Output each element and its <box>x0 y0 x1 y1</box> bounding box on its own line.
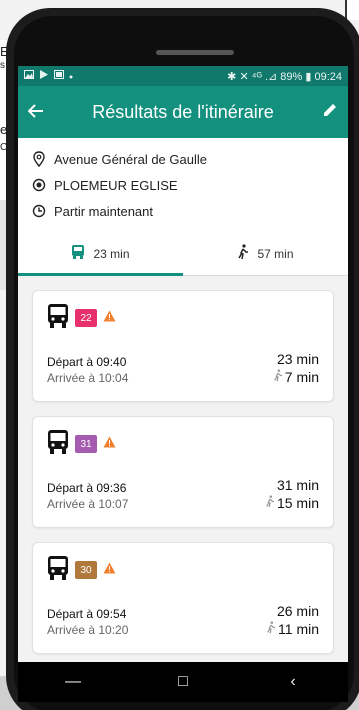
route-to-label: PLOEMEUR EGLISE <box>54 177 178 193</box>
walk-duration-value: 7 min <box>284 369 319 385</box>
departure-time: Départ à 09:36 <box>47 481 127 495</box>
clock-icon <box>32 204 54 218</box>
bus-icon <box>71 244 85 263</box>
location-pin-icon <box>32 151 54 167</box>
warning-icon <box>103 309 116 327</box>
mode-tabs: 23 min 57 min <box>18 232 348 276</box>
trip-duration: 26 min <box>276 603 319 619</box>
dot-icon <box>69 70 73 82</box>
walk-duration-value: 15 min <box>276 495 319 511</box>
arrow-back-icon[interactable] <box>27 101 56 124</box>
bus-icon <box>47 429 69 460</box>
tab-bus-label: 23 min <box>93 246 130 261</box>
result-card[interactable]: 31 Départ à 09:36 Arrivée à 10:07 31 min… <box>32 416 334 528</box>
route-to[interactable]: PLOEMEUR EGLISE <box>32 172 334 198</box>
status-bar: ✱ ✕ ⁴ᴳ .⊿ 89% ▮ 09:24 <box>18 66 348 86</box>
walk-duration: 11 min <box>266 621 319 637</box>
walk-icon <box>237 244 249 263</box>
arrival-time: Arrivée à 10:20 <box>47 623 129 637</box>
gallery-icon <box>54 70 64 82</box>
stage: E s er C ✱ ✕ ⁴ᴳ .⊿ <box>0 0 359 710</box>
result-card[interactable]: 30 Départ à 09:54 Arrivée à 10:20 26 min… <box>32 542 334 654</box>
trip-duration: 23 min <box>276 351 319 367</box>
system-nav-bar: — □ ‹ <box>18 662 348 702</box>
result-lines: 22 <box>47 303 319 333</box>
trip-duration: 31 min <box>276 477 319 493</box>
walk-icon <box>273 369 283 385</box>
route-from-label: Avenue Général de Gaulle <box>54 151 207 167</box>
result-lines: 31 <box>47 429 319 459</box>
result-card[interactable]: 22 Départ à 09:40 Arrivée à 10:04 23 min… <box>32 290 334 402</box>
image-icon <box>24 70 34 82</box>
background-document-right <box>345 0 359 20</box>
bus-icon <box>47 303 69 334</box>
departure-time: Départ à 09:54 <box>47 607 127 621</box>
page-title: Résultats de l'itinéraire <box>92 101 274 122</box>
arrival-time: Arrivée à 10:07 <box>47 497 129 511</box>
speaker-grille <box>156 50 234 55</box>
warning-icon <box>103 561 116 579</box>
route-when-label: Partir maintenant <box>54 203 153 219</box>
phone-screen: ✱ ✕ ⁴ᴳ .⊿ 89% ▮ 09:24 Résultats de l'iti… <box>18 66 348 662</box>
route-summary: Avenue Général de Gaulle PLOEMEUR EGLISE… <box>18 138 348 232</box>
line-badge: 22 <box>75 309 97 327</box>
warning-icon <box>103 435 116 453</box>
tab-walk-label: 57 min <box>257 246 294 261</box>
arrival-time: Arrivée à 10:04 <box>47 371 129 385</box>
route-from[interactable]: Avenue Général de Gaulle <box>32 146 334 172</box>
walk-icon <box>265 495 275 511</box>
route-when[interactable]: Partir maintenant <box>32 198 334 224</box>
line-badge: 31 <box>75 435 97 453</box>
pencil-icon[interactable] <box>310 102 338 123</box>
play-icon <box>39 70 49 82</box>
line-badge: 30 <box>75 561 97 579</box>
walk-icon <box>266 621 276 637</box>
walk-duration: 7 min <box>273 369 319 385</box>
tab-walk[interactable]: 57 min <box>183 232 348 275</box>
recent-apps-button[interactable]: — <box>53 673 93 691</box>
status-left <box>24 70 73 82</box>
app-bar: Résultats de l'itinéraire <box>18 86 348 138</box>
result-lines: 30 <box>47 555 319 585</box>
status-right: ✱ ✕ ⁴ᴳ .⊿ 89% ▮ 09:24 <box>227 70 342 83</box>
home-button[interactable]: □ <box>163 673 203 691</box>
walk-duration-value: 11 min <box>278 621 319 637</box>
walk-duration: 15 min <box>265 495 319 511</box>
target-icon <box>32 178 54 192</box>
background-fragment: s <box>0 60 5 71</box>
system-back-button[interactable]: ‹ <box>273 673 313 691</box>
bus-icon <box>47 555 69 586</box>
results-list: 22 Départ à 09:40 Arrivée à 10:04 23 min… <box>18 276 348 662</box>
tab-bus[interactable]: 23 min <box>18 232 183 276</box>
departure-time: Départ à 09:40 <box>47 355 127 369</box>
